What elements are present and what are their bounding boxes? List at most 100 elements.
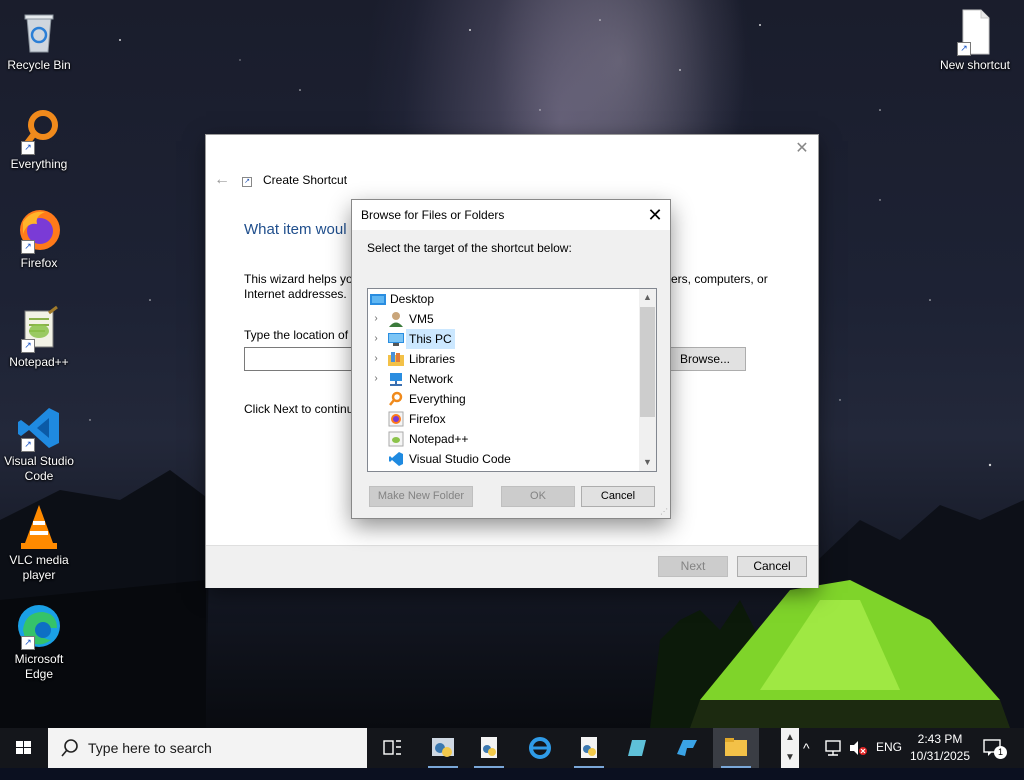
cancel-button[interactable]: Cancel	[737, 556, 807, 577]
this-pc-icon	[388, 331, 404, 347]
desktop-icon-everything[interactable]: ↗ Everything	[0, 107, 78, 172]
click-next-text: Click Next to continu	[244, 402, 354, 416]
tree-item-firefox[interactable]: Firefox	[368, 409, 638, 429]
windows-logo-icon	[16, 741, 31, 754]
network-tray-icon[interactable]	[824, 739, 846, 779]
tree-item-label: Notepad++	[409, 432, 469, 446]
vscode-icon: ↗	[15, 404, 63, 452]
scrollbar-thumb[interactable]	[640, 307, 655, 417]
firefox-icon: ↗	[15, 206, 63, 254]
browse-dialog-title: Browse for Files or Folders	[361, 208, 505, 222]
python-file-icon	[581, 737, 597, 758]
tree-item-everything[interactable]: Everything	[368, 389, 638, 409]
desktop-icon-vscode[interactable]: ↗ Visual Studio Code	[0, 404, 78, 484]
tree-item-label: Everything	[409, 392, 466, 406]
desktop-folder-icon	[370, 291, 386, 307]
taskbar-search-box[interactable]: Type here to search	[48, 728, 367, 768]
desktop-icon-label: VLC media player	[9, 553, 69, 582]
wizard-title: Create Shortcut	[263, 173, 348, 187]
user-folder-icon	[388, 311, 404, 327]
tree-item-label: VM5	[409, 312, 434, 326]
desktop-icon-notepadpp[interactable]: ↗ Notepad++	[0, 305, 78, 370]
notification-center-icon[interactable]: 1	[982, 738, 1008, 778]
desktop-icon-edge[interactable]: ↗ Microsoft Edge	[0, 602, 78, 682]
ok-button[interactable]: OK	[501, 486, 575, 507]
show-hidden-icons-icon[interactable]: ^	[803, 740, 819, 780]
notes-app-icon	[628, 740, 646, 756]
tree-item-notepadpp[interactable]: Notepad++	[368, 429, 638, 449]
taskbar-python-file-app[interactable]	[466, 728, 512, 768]
desktop-icon-label: Recycle Bin	[7, 58, 71, 72]
tree-item-label: Desktop	[390, 292, 435, 306]
tree-item-libraries[interactable]: › Libraries	[368, 349, 638, 369]
desktop-icon-firefox[interactable]: ↗ Firefox	[0, 206, 78, 271]
close-icon[interactable]: ✕	[794, 141, 810, 157]
vlc-icon	[15, 503, 63, 551]
taskbar-ie-app[interactable]	[517, 728, 563, 768]
desktop-icon-recycle-bin[interactable]: Recycle Bin	[0, 8, 78, 73]
notepadpp-shortcut-icon	[388, 431, 404, 447]
blank-file-icon: ↗	[951, 8, 999, 56]
vscode-shortcut-icon	[388, 451, 404, 467]
task-view-button[interactable]	[369, 728, 415, 768]
browse-cancel-button[interactable]: Cancel	[581, 486, 655, 507]
shortcut-arrow-icon: ↗	[21, 636, 35, 650]
back-arrow-icon[interactable]: ←	[214, 171, 230, 189]
taskbar-file-explorer[interactable]	[713, 728, 759, 768]
taskbar-python-file-app-2[interactable]	[566, 728, 612, 768]
desktop-icon-label: New shortcut	[939, 58, 1011, 72]
scroll-down-icon[interactable]: ▼	[639, 454, 656, 471]
make-new-folder-button[interactable]: Make New Folder	[369, 486, 473, 507]
chevron-right-icon[interactable]: ›	[371, 329, 381, 349]
libraries-icon	[388, 351, 404, 367]
file-explorer-icon	[725, 738, 747, 756]
next-button[interactable]: Next	[658, 556, 728, 577]
tree-item-this-pc[interactable]: › This PC	[368, 329, 638, 349]
taskbar-pinned-app[interactable]	[663, 728, 709, 768]
start-button[interactable]	[0, 728, 48, 768]
taskbar-notes-app[interactable]	[614, 728, 660, 768]
taskbar-python-app[interactable]	[420, 728, 466, 768]
browse-dialog: Browse for Files or Folders ✕ Select the…	[352, 200, 670, 518]
everything-icon	[388, 391, 404, 407]
desktop-icon-new-shortcut[interactable]: ↗ New shortcut	[935, 8, 1015, 73]
resize-grip-icon[interactable]: ⋰	[660, 508, 668, 516]
tree-item-desktop[interactable]: Desktop	[368, 289, 638, 309]
desktop-icon-vlc[interactable]: VLC media player	[0, 503, 78, 583]
shortcut-arrow-icon: ↗	[21, 240, 35, 254]
volume-muted-icon[interactable]	[848, 739, 870, 779]
everything-icon: ↗	[15, 107, 63, 155]
chevron-right-icon[interactable]: ›	[371, 309, 381, 329]
tree-item-network[interactable]: › Network	[368, 369, 638, 389]
browse-dialog-titlebar: Browse for Files or Folders	[352, 200, 670, 230]
browse-prompt: Select the target of the shortcut below:	[367, 241, 572, 255]
search-placeholder: Type here to search	[88, 740, 212, 756]
python-icon	[432, 738, 454, 757]
desktop-icon-label: Everything	[10, 157, 68, 171]
chevron-right-icon[interactable]: ›	[371, 369, 381, 389]
clock[interactable]: 2:43 PM 10/31/2025	[904, 731, 976, 765]
close-icon[interactable]: ✕	[644, 204, 666, 226]
shortcut-arrow-icon: ↗	[21, 339, 35, 353]
task-view-icon	[383, 740, 401, 755]
folder-tree[interactable]: Desktop › VM5 › This PC › Libraries › Ne…	[367, 288, 657, 472]
language-indicator[interactable]: ENG	[876, 740, 902, 780]
search-icon	[61, 739, 78, 757]
tree-item-label: Visual Studio Code	[409, 452, 511, 466]
scroll-arrows-icon[interactable]: ▲ ▼	[781, 728, 799, 768]
internet-explorer-icon	[529, 737, 551, 759]
taskbar: Type here to search ▲ ▼ ^ ENG 2:43 PM 10…	[0, 728, 1024, 768]
chevron-right-icon[interactable]: ›	[371, 349, 381, 369]
tree-scrollbar[interactable]: ▲ ▼	[639, 289, 656, 471]
shortcut-arrow-icon: ↗	[21, 141, 35, 155]
edge-icon: ↗	[15, 602, 63, 650]
scroll-up-icon[interactable]: ▲	[639, 289, 656, 306]
tree-item-label: Network	[409, 372, 454, 386]
recycle-bin-icon	[15, 8, 63, 56]
description-text-right: ers, computers, or	[671, 272, 768, 286]
tree-item-vm5[interactable]: › VM5	[368, 309, 638, 329]
location-label: Type the location of t	[244, 328, 355, 342]
notification-count-badge: 1	[994, 746, 1007, 759]
browse-button[interactable]: Browse...	[664, 347, 746, 371]
tree-item-vscode[interactable]: Visual Studio Code	[368, 449, 638, 469]
